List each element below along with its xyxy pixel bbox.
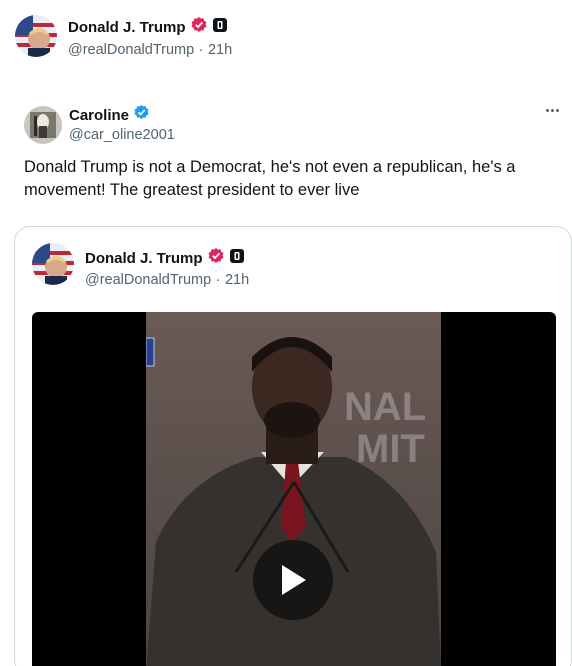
display-name[interactable]: Caroline	[69, 107, 129, 124]
tweet-text: Donald Trump is not a Democrat, he's not…	[24, 158, 516, 199]
timestamp[interactable]: 21h	[225, 272, 249, 288]
more-icon[interactable]	[540, 100, 564, 120]
timestamp[interactable]: 21h	[208, 42, 232, 58]
video-player[interactable]: NAL MIT	[32, 312, 556, 666]
play-icon	[282, 565, 306, 595]
retweet-header: Donald J. Trump @realDonaldTrump · 21h	[0, 0, 572, 80]
display-name[interactable]: Donald J. Trump	[85, 250, 203, 267]
handle[interactable]: @realDonaldTrump	[85, 272, 211, 288]
quoted-tweet[interactable]: Donald J. Trump @realDonaldTrump · 21h N…	[14, 226, 572, 666]
avatar[interactable]	[32, 243, 74, 285]
play-button[interactable]	[253, 540, 333, 620]
backdrop-text: NAL	[344, 385, 426, 429]
verified-badge-icon	[207, 247, 225, 270]
verified-badge-icon	[190, 16, 208, 39]
affiliate-badge-icon[interactable]	[229, 248, 245, 269]
verified-badge-icon	[133, 104, 150, 126]
backdrop-text: MIT	[356, 427, 425, 471]
avatar[interactable]	[15, 15, 57, 57]
display-name[interactable]: Donald J. Trump	[68, 19, 186, 36]
separator: ·	[215, 272, 221, 288]
handle[interactable]: @car_oline2001	[69, 127, 175, 143]
affiliate-badge-icon[interactable]	[212, 17, 228, 38]
avatar[interactable]	[24, 106, 62, 144]
separator: ·	[198, 42, 204, 58]
handle[interactable]: @realDonaldTrump	[68, 42, 194, 58]
